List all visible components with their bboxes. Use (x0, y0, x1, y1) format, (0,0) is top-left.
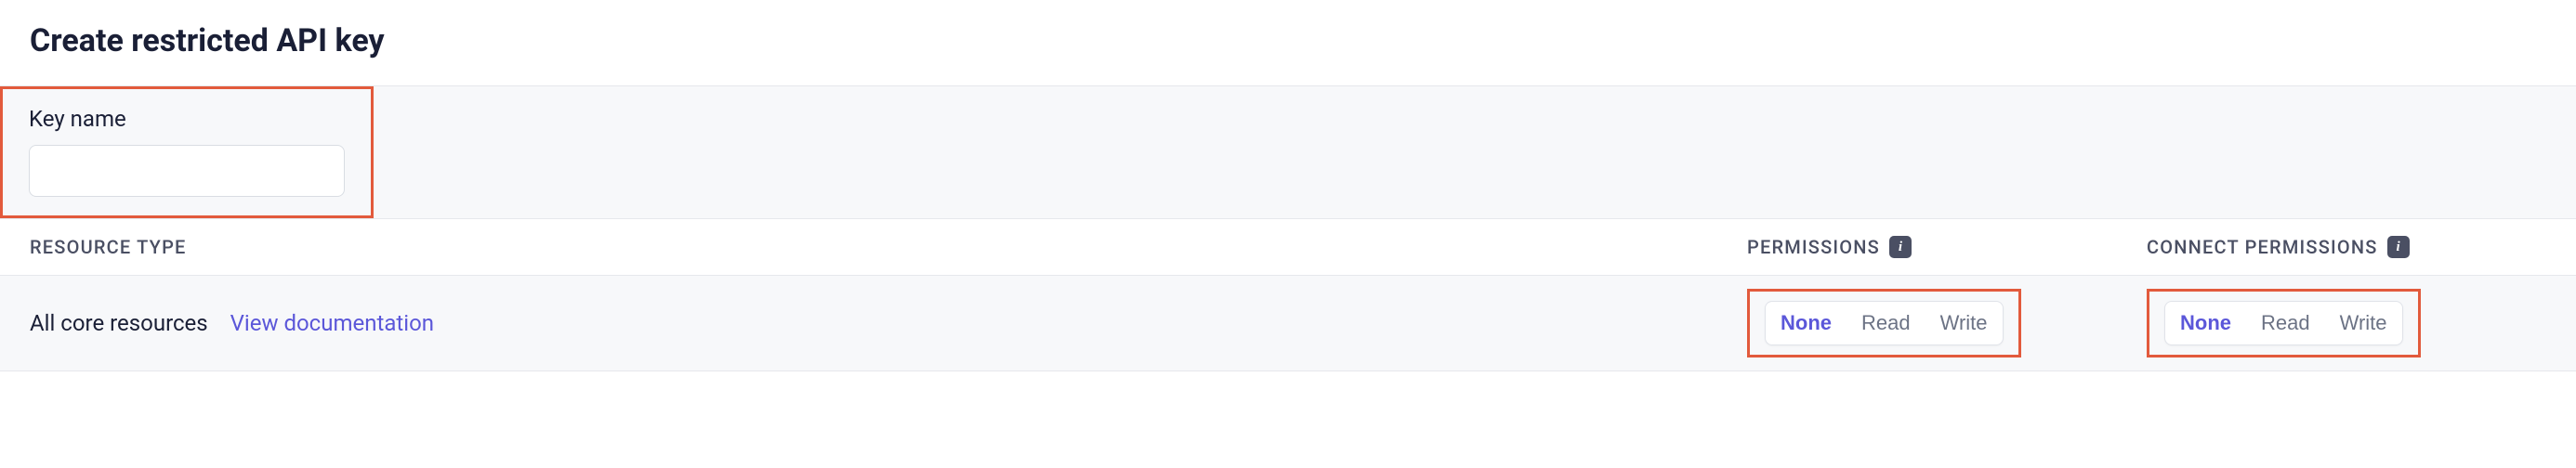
permission-write-button[interactable]: Write (1925, 302, 2003, 344)
resource-name: All core resources (30, 310, 208, 336)
permissions-highlight: None Read Write (1747, 289, 2021, 358)
connect-permissions-header: CONNECT PERMISSIONS (2147, 236, 2378, 258)
connect-permissions-highlight: None Read Write (2147, 289, 2421, 358)
key-name-input[interactable] (29, 145, 345, 197)
key-name-label: Key name (29, 106, 345, 132)
page-header: Create restricted API key (0, 0, 2576, 85)
permissions-table-header: RESOURCE TYPE PERMISSIONS i CONNECT PERM… (0, 218, 2576, 276)
connect-permissions-segmented-control: None Read Write (2164, 301, 2403, 345)
resource-row-all-core: All core resources View documentation No… (0, 276, 2576, 371)
connect-permission-read-button[interactable]: Read (2246, 302, 2325, 344)
connect-permission-none-button[interactable]: None (2165, 302, 2246, 344)
permissions-header: PERMISSIONS (1747, 236, 1880, 258)
key-name-section: Key name (0, 85, 2576, 218)
key-name-highlight: Key name (0, 86, 374, 218)
permissions-segmented-control: None Read Write (1765, 301, 2004, 345)
page-title: Create restricted API key (30, 22, 2546, 59)
view-documentation-link[interactable]: View documentation (230, 310, 434, 336)
info-icon[interactable]: i (2387, 236, 2410, 258)
connect-permission-write-button[interactable]: Write (2325, 302, 2402, 344)
permission-none-button[interactable]: None (1766, 302, 1847, 344)
info-icon[interactable]: i (1889, 236, 1912, 258)
resource-type-header: RESOURCE TYPE (30, 236, 187, 258)
permission-read-button[interactable]: Read (1847, 302, 1925, 344)
